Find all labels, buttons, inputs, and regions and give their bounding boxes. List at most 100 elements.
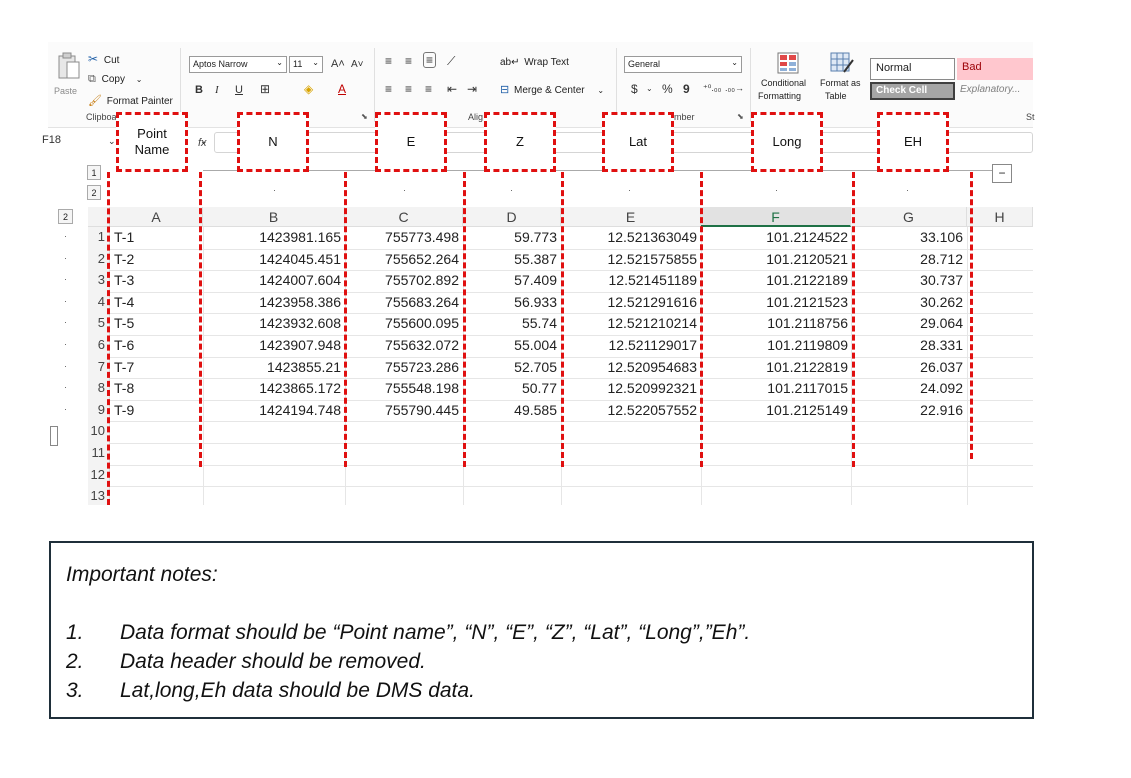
cell-e[interactable]: 755702.892 [345, 272, 459, 288]
cell-n[interactable]: 1424194.748 [203, 402, 341, 418]
cell-point[interactable]: T-8 [114, 380, 194, 396]
decrease-indent-icon[interactable]: ⇤ [447, 82, 457, 96]
cell-lat[interactable]: 12.520954683 [561, 359, 697, 375]
row-header[interactable]: 12 [88, 467, 105, 482]
cell-n[interactable]: 1423932.608 [203, 315, 341, 331]
column-header-h[interactable]: H [967, 207, 1033, 227]
cell-z[interactable]: 55.74 [463, 315, 557, 331]
outline-collapse-button[interactable]: − [992, 164, 1012, 183]
cell-eh[interactable]: 30.262 [851, 294, 963, 310]
merge-center-button[interactable]: ⊟ Merge & Center ⌄ [500, 83, 604, 96]
column-header-d[interactable]: D [463, 207, 561, 227]
cut-button[interactable]: ✂ Cut [88, 52, 119, 66]
cell-z[interactable]: 56.933 [463, 294, 557, 310]
outline-collapse-left-button[interactable] [50, 426, 58, 446]
cell-point[interactable]: T-2 [114, 251, 194, 267]
column-header-c[interactable]: C [345, 207, 463, 227]
cell-z[interactable]: 50.77 [463, 380, 557, 396]
cell-point[interactable]: T-4 [114, 294, 194, 310]
cell-lat[interactable]: 12.521291616 [561, 294, 697, 310]
cell-point[interactable]: T-7 [114, 359, 194, 375]
font-dialog-launcher-icon[interactable]: ⬊ [361, 112, 368, 121]
cell-long[interactable]: 101.2117015 [701, 380, 848, 396]
cell-n[interactable]: 1424045.451 [203, 251, 341, 267]
normal-style-cell[interactable]: Normal [870, 58, 955, 80]
number-format-select[interactable]: General ⌄ [624, 56, 742, 73]
borders-icon[interactable]: ⊞ [260, 82, 270, 96]
conditional-formatting-button[interactable]: Conditional Formatting [758, 50, 818, 106]
bad-style-cell[interactable]: Bad [957, 58, 1033, 80]
accounting-format-button[interactable]: $ [631, 82, 638, 96]
cell-z[interactable]: 57.409 [463, 272, 557, 288]
align-right-icon[interactable]: ≡ [425, 82, 432, 96]
row-header[interactable]: 7 [88, 359, 105, 374]
cell-n[interactable]: 1423958.386 [203, 294, 341, 310]
check-cell-style-cell[interactable]: Check Cell [870, 82, 955, 100]
cell-lat[interactable]: 12.521575855 [561, 251, 697, 267]
row-header[interactable]: 13 [88, 488, 105, 503]
cell-point[interactable]: T-1 [114, 229, 194, 245]
cell-long[interactable]: 101.2122189 [701, 272, 848, 288]
outline-level-1-button[interactable]: 1 [87, 165, 101, 180]
align-center-icon[interactable]: ≡ [405, 82, 412, 96]
cell-long[interactable]: 101.2122819 [701, 359, 848, 375]
number-dialog-launcher-icon[interactable]: ⬊ [737, 112, 744, 121]
increase-decimal-icon[interactable]: ⁺⁰.₀₀ [703, 83, 721, 94]
name-box[interactable]: F18 [42, 134, 112, 152]
underline-button[interactable]: U [235, 84, 243, 96]
cell-e[interactable]: 755652.264 [345, 251, 459, 267]
wrap-text-button[interactable]: ab↵ Wrap Text [500, 57, 569, 68]
font-size-select[interactable]: 11 ⌄ [289, 56, 323, 73]
cell-eh[interactable]: 29.064 [851, 315, 963, 331]
cell-lat[interactable]: 12.521451189 [561, 272, 698, 288]
cell-long[interactable]: 101.2121523 [701, 294, 848, 310]
row-header[interactable]: 8 [88, 380, 105, 395]
align-top-icon[interactable]: ≡ [385, 54, 392, 68]
cell-lat[interactable]: 12.520992321 [561, 380, 697, 396]
column-header-a[interactable]: A [110, 207, 203, 227]
column-header-e[interactable]: E [561, 207, 701, 227]
cell-e[interactable]: 755773.498 [345, 229, 459, 245]
cell-e[interactable]: 755683.264 [345, 294, 459, 310]
row-header[interactable]: 1 [88, 229, 105, 244]
cell-point[interactable]: T-6 [114, 337, 194, 353]
cell-z[interactable]: 59.773 [463, 229, 557, 245]
cell-n[interactable]: 1423855.21 [203, 359, 341, 375]
italic-button[interactable]: I [215, 84, 219, 96]
cell-lat[interactable]: 12.522057552 [561, 402, 697, 418]
column-header-g[interactable]: G [851, 207, 967, 227]
cell-long[interactable]: 101.2119809 [701, 337, 848, 353]
align-middle-icon[interactable]: ≡ [405, 54, 412, 68]
cell-long[interactable]: 101.2125149 [701, 402, 848, 418]
cell-point[interactable]: T-9 [114, 402, 194, 418]
cell-eh[interactable]: 24.092 [851, 380, 963, 396]
paste-button[interactable]: Paste [54, 48, 84, 96]
font-family-select[interactable]: Aptos Narrow ⌄ [189, 56, 287, 73]
cell-eh[interactable]: 30.737 [851, 272, 963, 288]
fill-color-icon[interactable]: ◈ [304, 82, 313, 96]
row-header[interactable]: 9 [88, 402, 105, 417]
decrease-decimal-icon[interactable]: .₀₀→ [725, 83, 744, 93]
bold-button[interactable]: B [195, 84, 203, 96]
align-left-icon[interactable]: ≡ [385, 82, 392, 96]
font-color-icon[interactable]: A [338, 82, 346, 96]
cell-e[interactable]: 755548.198 [345, 380, 459, 396]
cell-eh[interactable]: 22.916 [851, 402, 963, 418]
increase-font-size-icon[interactable]: A˄ [331, 58, 345, 70]
percent-button[interactable]: % [662, 82, 673, 96]
cell-eh[interactable]: 33.106 [851, 229, 963, 245]
row-header[interactable]: 2 [88, 251, 105, 266]
increase-indent-icon[interactable]: ⇥ [467, 82, 477, 96]
explanatory-style-cell[interactable]: Explanatory... [957, 82, 1033, 100]
format-as-table-button[interactable]: Format as Table [818, 50, 866, 106]
copy-button[interactable]: ⧉ Copy ⌄ [88, 73, 142, 86]
row-header[interactable]: 11 [88, 445, 106, 460]
cell-n[interactable]: 1423981.165 [203, 229, 341, 245]
cell-eh[interactable]: 28.331 [851, 337, 963, 353]
cell-e[interactable]: 755790.445 [345, 402, 459, 418]
align-bottom-icon[interactable]: ≡ [423, 52, 437, 68]
row-header[interactable]: 3 [88, 272, 105, 287]
column-header-b[interactable]: B [203, 207, 345, 227]
cell-n[interactable]: 1423865.172 [203, 380, 341, 396]
cell-eh[interactable]: 26.037 [851, 359, 963, 375]
